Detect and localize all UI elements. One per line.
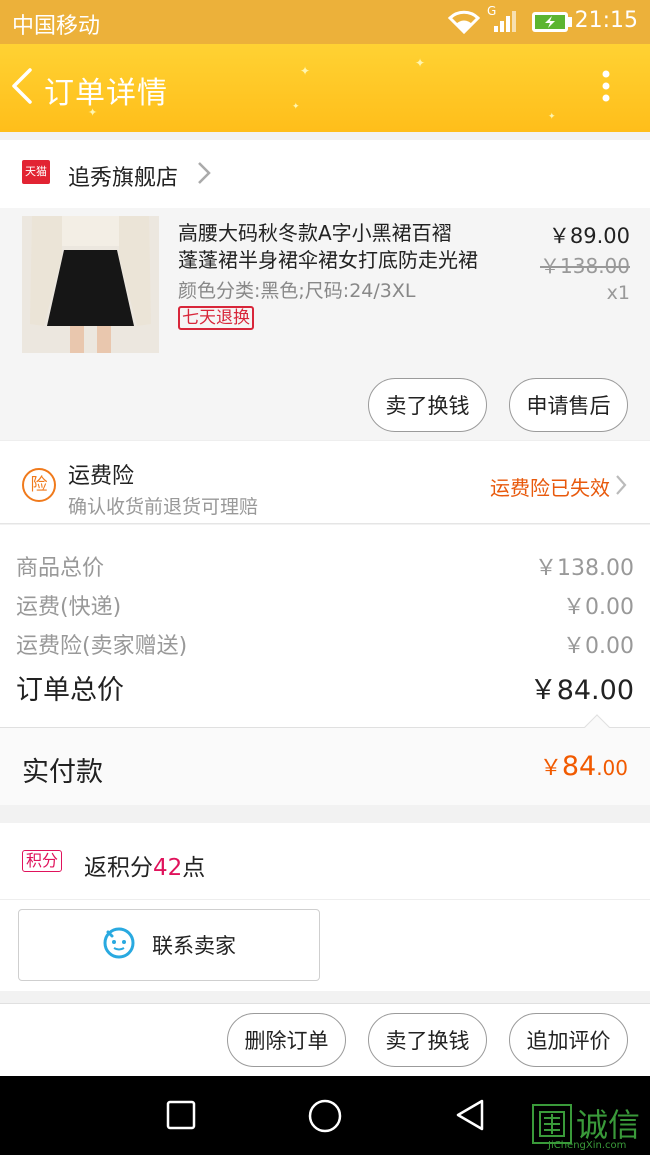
watermark-logo: [532, 1104, 572, 1144]
page-title: 订单详情: [44, 76, 168, 111]
clock: 21:15: [574, 8, 638, 33]
chevron-right-icon: [196, 160, 212, 190]
insurance-title: 运费险: [68, 464, 135, 489]
home-button[interactable]: [307, 1098, 343, 1138]
contact-seller-label: 联系卖家: [152, 934, 236, 958]
battery-icon: [531, 11, 573, 37]
sparkle-icon: ✦: [300, 64, 311, 78]
back-button[interactable]: [8, 66, 44, 110]
product-price: ￥89.00: [548, 224, 630, 248]
more-menu-button[interactable]: [594, 66, 618, 108]
back-arrow-icon: [12, 68, 32, 104]
sparkle-icon: ✦: [292, 102, 300, 112]
signal-icon: [492, 8, 518, 38]
subtotal-label: 商品总价: [16, 556, 105, 581]
recents-button[interactable]: [166, 1100, 196, 1134]
chat-bot-icon: [102, 926, 136, 965]
status-bar: 中国移动 G 21:15: [0, 0, 650, 44]
points-prefix: 返积分: [84, 855, 153, 881]
back-system-button[interactable]: [454, 1098, 486, 1136]
apply-after-sale-button[interactable]: 申请售后: [509, 378, 628, 432]
product-name-line-1: 高腰大码秋冬款A字小黑裙百褶: [178, 221, 452, 245]
order-total-value: ￥84.00: [529, 675, 634, 706]
watermark-url: JiChengXin.com: [548, 1140, 627, 1151]
insurance-icon: 险: [22, 468, 56, 502]
sell-exchange-item-button[interactable]: 卖了换钱: [368, 378, 487, 432]
contact-seller-button[interactable]: 联系卖家: [18, 909, 320, 981]
paid-integer: 84: [561, 751, 597, 782]
paid-currency: ￥: [539, 756, 562, 781]
square-icon: [166, 1100, 196, 1130]
more-dots-icon: [602, 70, 610, 102]
points-badge: 积分: [22, 850, 63, 872]
product-original-price: ￥138.00: [540, 254, 630, 278]
add-review-button[interactable]: 追加评价: [509, 1013, 628, 1067]
points-suffix: 点: [182, 855, 206, 881]
product-spec: 颜色分类:黑色;尺码:24/3XL: [178, 280, 416, 302]
insurance-fee-value: ￥0.00: [563, 634, 634, 659]
chevron-right-icon: [614, 474, 628, 500]
order-total-label: 订单总价: [16, 675, 124, 706]
paid-label: 实付款: [22, 757, 103, 788]
insurance-status: 运费险已失效: [490, 476, 610, 500]
system-nav-bar: 诚信 JiChengXin.com: [0, 1076, 650, 1155]
sparkle-icon: ✦: [415, 56, 426, 70]
product-name[interactable]: 高腰大码秋冬款A字小黑裙百褶 蓬蓬裙半身裙伞裙女打底防走光裙: [178, 220, 478, 274]
delete-order-button[interactable]: 删除订单: [227, 1013, 346, 1067]
product-quantity: x1: [606, 282, 630, 304]
sparkle-icon: ✦: [548, 112, 556, 122]
carrier-name: 中国移动: [12, 14, 101, 39]
insurance-fee-label: 运费险(卖家赠送): [16, 634, 188, 659]
triangle-back-icon: [456, 1099, 484, 1131]
subtotal-value: ￥138.00: [535, 556, 634, 581]
insurance-subtitle: 确认收货前退货可理赔: [68, 496, 259, 518]
divider: [0, 899, 650, 900]
wifi-icon: [447, 8, 481, 38]
product-image[interactable]: [22, 216, 159, 353]
store-name[interactable]: 追秀旗舰店: [68, 160, 178, 192]
sell-exchange-button[interactable]: 卖了换钱: [368, 1013, 487, 1067]
paid-value: ￥84.00: [540, 750, 628, 782]
product-name-line-2: 蓬蓬裙半身裙伞裙女打底防走光裙: [178, 248, 478, 272]
circle-icon: [308, 1099, 342, 1133]
points-text: 返积分42点: [84, 848, 205, 882]
return-policy-tag: 七天退换: [178, 306, 254, 330]
points-number: 42: [153, 855, 183, 881]
shipping-value: ￥0.00: [563, 595, 634, 620]
shipping-label: 运费(快递): [16, 595, 122, 620]
tmall-badge: 天猫: [22, 160, 50, 184]
paid-decimal: .00: [596, 756, 628, 780]
